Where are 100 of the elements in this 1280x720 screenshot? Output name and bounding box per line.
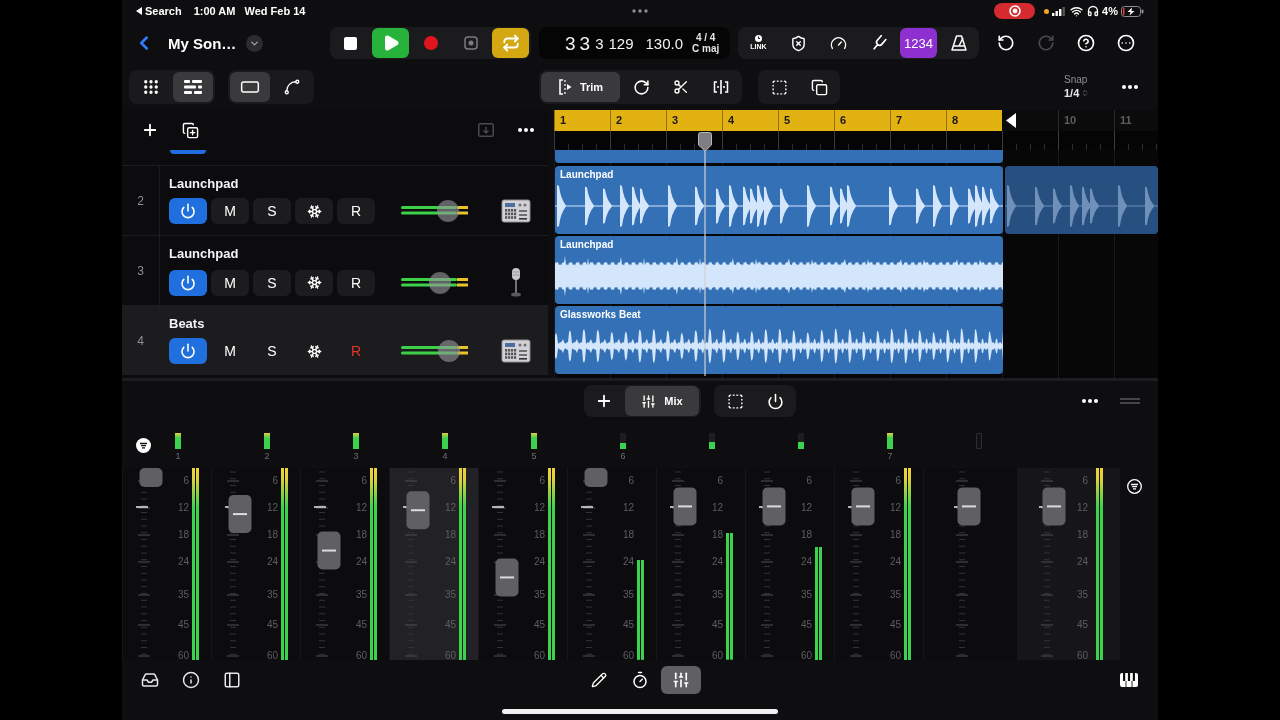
solo-button[interactable]: S — [253, 269, 291, 296]
scale-label: 45 — [266, 619, 278, 631]
audio-region[interactable]: Launchpad — [555, 236, 1003, 304]
project-title[interactable]: My Son… — [168, 34, 237, 52]
scale-label: 12 — [266, 502, 278, 514]
filter-icon[interactable] — [136, 438, 151, 453]
cycle-button[interactable] — [492, 28, 529, 58]
mute-button[interactable]: M — [211, 198, 249, 224]
track-header[interactable]: 3 Launchpad M S R — [122, 235, 548, 305]
record-enable-button[interactable]: R — [337, 198, 375, 224]
track-number: 4 — [137, 333, 144, 348]
tray-icon — [141, 671, 159, 689]
scissors-icon — [673, 79, 689, 95]
scale-label: 45 — [444, 619, 456, 631]
scale-label: 60 — [889, 650, 901, 660]
power-button[interactable] — [169, 338, 207, 364]
screen-recording-pill[interactable] — [994, 3, 1036, 19]
fader-cap[interactable] — [1042, 487, 1066, 526]
mute-button[interactable]: M — [211, 269, 249, 296]
track-header[interactable]: 2 Launchpad M S R — [122, 165, 548, 235]
battery-charging-icon — [1121, 5, 1144, 17]
power-button[interactable] — [169, 269, 207, 296]
audio-region[interactable]: Launchpad — [555, 166, 1003, 234]
back-link[interactable]: Search — [145, 4, 182, 18]
scale-label: 18 — [444, 529, 456, 541]
count-in-button[interactable]: 1234 — [900, 28, 937, 58]
up-down-chevron-icon — [1081, 89, 1090, 97]
scale-label: 24 — [711, 556, 723, 568]
fader-cap[interactable] — [495, 558, 519, 597]
track-name: Launchpad — [169, 176, 239, 192]
tracks-view-button[interactable] — [173, 72, 213, 102]
scale-label: 60 — [355, 650, 367, 660]
track-name: Beats — [169, 316, 205, 332]
bar-number: 7 — [896, 114, 903, 126]
mixer-view-button[interactable] — [661, 666, 701, 694]
freeze-button[interactable] — [295, 269, 333, 296]
dot-icon — [1044, 8, 1050, 14]
metronome-icon — [950, 35, 967, 51]
scale-label: 6 — [183, 475, 189, 487]
fader-cap[interactable] — [406, 491, 430, 530]
scale-label: 35 — [889, 589, 901, 601]
fader-cap[interactable] — [957, 487, 981, 526]
scale-label: 12 — [533, 502, 545, 514]
scale-label: 6 — [272, 475, 278, 487]
drum-machine-icon — [501, 339, 531, 363]
scale-label: 18 — [266, 529, 278, 541]
triangle-marker-icon[interactable] — [1006, 113, 1016, 128]
scale-label: 18 — [1076, 529, 1088, 541]
scale-label: 45 — [1076, 619, 1088, 631]
channel-number: 1 — [175, 451, 181, 461]
solo-button[interactable]: S — [253, 198, 291, 224]
pencil-icon — [591, 672, 607, 688]
audio-region[interactable]: Glassworks Beat — [555, 306, 1003, 374]
level-meter — [401, 277, 468, 287]
slider-knob[interactable] — [436, 200, 459, 222]
mix-button[interactable]: Mix — [625, 386, 699, 416]
fader-cap[interactable] — [851, 487, 875, 526]
track-header[interactable]: 4 Beats M S R — [122, 305, 548, 375]
play-button[interactable] — [372, 28, 409, 58]
fader-cap[interactable] — [317, 531, 341, 570]
power-button[interactable] — [169, 198, 207, 224]
slider-knob[interactable] — [438, 340, 461, 362]
fader-cap[interactable] — [673, 487, 697, 526]
loop-region[interactable] — [1005, 166, 1158, 234]
window-button[interactable] — [230, 72, 270, 102]
fader-cap[interactable] — [762, 487, 786, 526]
freeze-button[interactable] — [295, 198, 333, 224]
bar-rows-icon — [184, 80, 202, 94]
channel-number: 4 — [442, 451, 448, 461]
ellipsis-icon — [632, 9, 648, 13]
bar-number: 6 — [840, 114, 847, 126]
dot-grid-icon — [142, 78, 160, 96]
track-name: Launchpad — [169, 246, 239, 262]
sliders-icon — [641, 393, 657, 409]
slider-knob[interactable] — [428, 271, 451, 294]
playhead[interactable] — [697, 132, 712, 376]
fader-cap[interactable] — [228, 495, 252, 534]
title-menu-button[interactable] — [246, 34, 264, 52]
more-icon — [1082, 399, 1098, 403]
scale-label: 18 — [355, 529, 367, 541]
scale-label: 60 — [622, 650, 634, 660]
trim-tool-button[interactable]: Trim — [541, 72, 620, 102]
scale-label: 35 — [444, 589, 456, 601]
scale-label: 24 — [622, 556, 634, 568]
left-triangle-icon — [136, 7, 142, 15]
division-value: 3 — [595, 35, 604, 51]
scale-label: 35 — [1076, 589, 1088, 601]
scale-label: 12 — [355, 502, 367, 514]
snap-value[interactable]: 1/4 — [1064, 86, 1080, 100]
record-enable-button[interactable]: R — [337, 269, 375, 296]
headphones-icon — [1087, 5, 1100, 17]
scale-label: 35 — [266, 589, 278, 601]
cycle-region[interactable]: 1 2 3 4 5 6 7 8 — [554, 110, 1002, 131]
dashed-square-icon — [726, 392, 744, 410]
filter-icon[interactable] — [1127, 479, 1142, 494]
curve-nodes-icon — [283, 78, 301, 96]
scale-label: 24 — [1076, 556, 1088, 568]
clock-icon — [755, 35, 762, 42]
download-icon — [478, 123, 494, 137]
bar-number: 5 — [784, 114, 791, 126]
